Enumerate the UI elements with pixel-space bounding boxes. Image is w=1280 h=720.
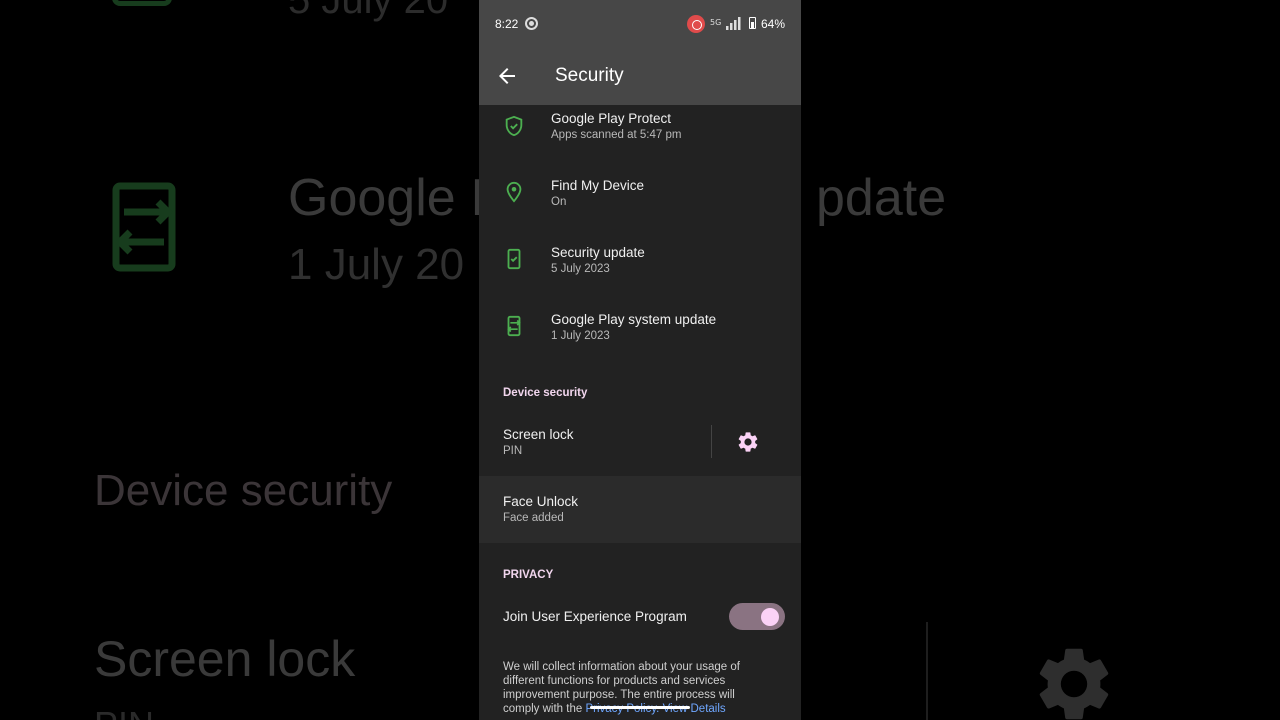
back-arrow-icon[interactable] bbox=[495, 64, 519, 88]
bg-divider bbox=[926, 622, 928, 720]
privacy-policy-link[interactable]: Privacy Policy. bbox=[585, 703, 659, 715]
bg-screen-lock-title: Screen lock bbox=[94, 631, 356, 687]
gear-icon[interactable] bbox=[736, 430, 760, 454]
device-security-header: Device security bbox=[503, 387, 588, 399]
bg-screen-lock-sub: PIN bbox=[94, 704, 154, 720]
bg-play-system-title-right: pdate bbox=[816, 169, 947, 227]
bg-play-system-date: 1 July 20 bbox=[288, 240, 465, 289]
item-subtitle: Face added bbox=[503, 512, 564, 524]
item-subtitle: On bbox=[551, 196, 567, 208]
view-details-link[interactable]: View Details bbox=[663, 703, 726, 715]
screen-lock-divider bbox=[711, 425, 712, 458]
phone-check-icon bbox=[507, 248, 521, 270]
status-time: 8:22 bbox=[495, 17, 519, 31]
bg-phone-sync-icon bbox=[112, 182, 176, 272]
screen-lock-item[interactable]: Screen lock PIN bbox=[479, 415, 711, 482]
item-subtitle: 1 July 2023 bbox=[551, 330, 610, 342]
play-system-update-item[interactable]: Google Play system update 1 July 2023 bbox=[479, 306, 801, 373]
bg-device-security-header: Device security bbox=[94, 466, 393, 515]
app-bar: Security bbox=[479, 48, 801, 105]
signal-icon bbox=[726, 17, 741, 30]
gesture-nav-bar[interactable] bbox=[590, 706, 690, 709]
phone-sync-icon bbox=[507, 315, 521, 337]
bg-security-update-date: 5 July 20 bbox=[288, 0, 449, 22]
bg-gear-icon bbox=[1039, 648, 1109, 720]
security-update-item[interactable]: Security update 5 July 2023 bbox=[479, 239, 801, 306]
screen-recording-frame: 5 July 20 Google I pdate 1 July 20 Devic… bbox=[0, 0, 1280, 720]
page-title: Security bbox=[555, 65, 624, 86]
network-type: 5G bbox=[710, 18, 722, 27]
item-title: Google Play Protect bbox=[551, 111, 672, 126]
item-title: Security update bbox=[551, 245, 645, 260]
toggle-knob bbox=[761, 608, 779, 626]
battery-icon bbox=[749, 17, 756, 29]
google-play-protect-item[interactable]: Google Play Protect Apps scanned at 5:47… bbox=[479, 105, 801, 172]
face-unlock-item[interactable]: Face Unlock Face added bbox=[479, 476, 801, 543]
item-title: Google Play system update bbox=[551, 312, 717, 327]
status-bar: 8:22 5G 64% bbox=[479, 0, 801, 48]
bg-phone-check-icon bbox=[112, 0, 172, 6]
shield-check-icon bbox=[505, 115, 523, 137]
location-pin-icon bbox=[506, 181, 522, 203]
bg-play-system-title: Google I bbox=[288, 169, 485, 227]
screen-recording-icon bbox=[687, 15, 705, 33]
item-subtitle: PIN bbox=[503, 445, 523, 457]
item-title: Screen lock bbox=[503, 427, 574, 442]
join-program-label: Join User Experience Program bbox=[503, 609, 687, 624]
item-subtitle: 5 July 2023 bbox=[551, 263, 610, 275]
record-indicator-icon bbox=[525, 17, 538, 30]
item-title: Face Unlock bbox=[503, 494, 579, 509]
phone-screen: 8:22 5G 64% Security Google Play Protect… bbox=[479, 0, 801, 720]
face-unlock-content: Face Unlock Face added bbox=[479, 476, 801, 543]
item-title: Find My Device bbox=[551, 178, 645, 193]
battery-percent: 64% bbox=[761, 17, 786, 31]
privacy-header: PRIVACY bbox=[503, 569, 554, 581]
join-program-toggle[interactable] bbox=[729, 603, 785, 630]
item-subtitle: Apps scanned at 5:47 pm bbox=[551, 129, 682, 141]
join-program-item[interactable]: Join User Experience Program bbox=[479, 590, 719, 657]
find-my-device-item[interactable]: Find My Device On bbox=[479, 172, 801, 239]
